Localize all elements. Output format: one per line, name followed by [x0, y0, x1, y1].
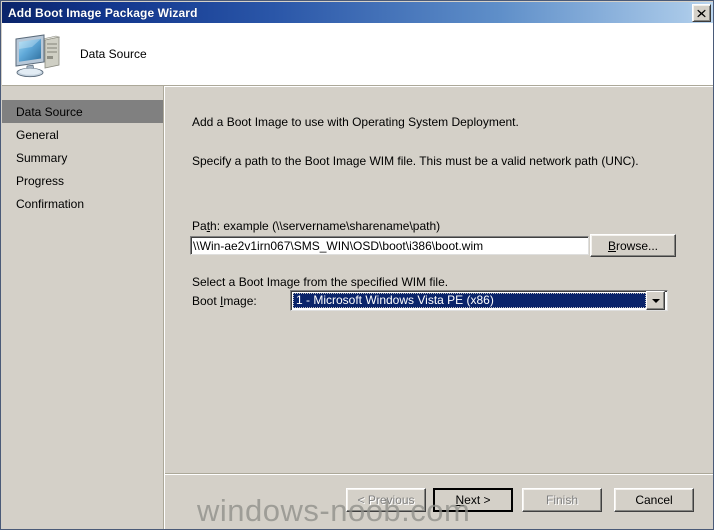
- path-label: Path: example (\\servername\sharename\pa…: [192, 219, 440, 233]
- finish-label: Finish: [545, 493, 578, 507]
- wizard-step-sidebar: Data Source General Summary Progress Con…: [2, 86, 165, 529]
- content-pane: Add a Boot Image to use with Operating S…: [165, 86, 713, 529]
- sidebar-item-general[interactable]: General: [2, 123, 163, 146]
- boot-image-label-post: mage:: [223, 294, 257, 308]
- sidebar-item-label: Data Source: [16, 104, 83, 119]
- cancel-button[interactable]: Cancel: [614, 488, 694, 512]
- sidebar-item-label: Confirmation: [16, 196, 85, 211]
- path-label-post: h: example (\\servername\sharename\path): [210, 219, 441, 233]
- chevron-down-icon[interactable]: [646, 291, 665, 310]
- sidebar-item-label: Summary: [16, 150, 68, 165]
- browse-button[interactable]: Browse...: [590, 234, 676, 257]
- wizard-window: Add Boot Image Package Wizard Data Sourc…: [0, 0, 714, 530]
- cancel-label: Cancel: [635, 493, 673, 507]
- sidebar-item-confirmation[interactable]: Confirmation: [2, 192, 163, 215]
- intro-text: Add a Boot Image to use with Operating S…: [192, 115, 519, 129]
- boot-image-select[interactable]: 1 - Microsoft Windows Vista PE (x86): [290, 290, 668, 311]
- sidebar-inner: Data Source General Summary Progress Con…: [2, 86, 164, 529]
- path-input[interactable]: [190, 236, 589, 255]
- close-icon[interactable]: [692, 4, 711, 22]
- sidebar-item-summary[interactable]: Summary: [2, 146, 163, 169]
- sidebar-item-data-source[interactable]: Data Source: [2, 100, 163, 123]
- sidebar-item-label: General: [16, 127, 59, 142]
- chevron-glyph: [651, 298, 660, 303]
- computer-icon: [15, 34, 61, 78]
- wizard-header: Data Source: [2, 23, 713, 86]
- sidebar-item-label: Progress: [16, 173, 65, 188]
- boot-image-selected-value: 1 - Microsoft Windows Vista PE (x86): [293, 293, 646, 308]
- boot-image-label: Boot Image:: [192, 294, 257, 308]
- browse-rest: rowse...: [616, 238, 659, 253]
- select-bootimage-text: Select a Boot Image from the specified W…: [192, 275, 449, 289]
- next-label: Next >: [454, 492, 491, 508]
- title-bar[interactable]: Add Boot Image Package Wizard: [2, 2, 713, 23]
- previous-button[interactable]: < Previous: [346, 488, 426, 512]
- specify-path-text: Specify a path to the Boot Image WIM fil…: [192, 154, 639, 168]
- sidebar-list: Data Source General Summary Progress Con…: [2, 86, 163, 215]
- browse-label: Browse...: [608, 239, 658, 253]
- close-glyph: [697, 9, 706, 17]
- next-accel: N: [455, 493, 465, 507]
- next-button[interactable]: Next >: [433, 488, 513, 512]
- browse-accel: B: [607, 238, 616, 253]
- sidebar-item-progress[interactable]: Progress: [2, 169, 163, 192]
- window-title: Add Boot Image Package Wizard: [8, 5, 198, 20]
- boot-image-label-pre: Boot: [192, 294, 221, 308]
- next-rest: ext >: [464, 493, 491, 507]
- page-title: Data Source: [80, 47, 147, 61]
- finish-button[interactable]: Finish: [522, 488, 602, 512]
- footer-buttons: < Previous Next > Finish Cancel: [165, 475, 713, 529]
- previous-label: < Previous: [357, 493, 415, 507]
- path-label-pre: Pa: [192, 219, 207, 233]
